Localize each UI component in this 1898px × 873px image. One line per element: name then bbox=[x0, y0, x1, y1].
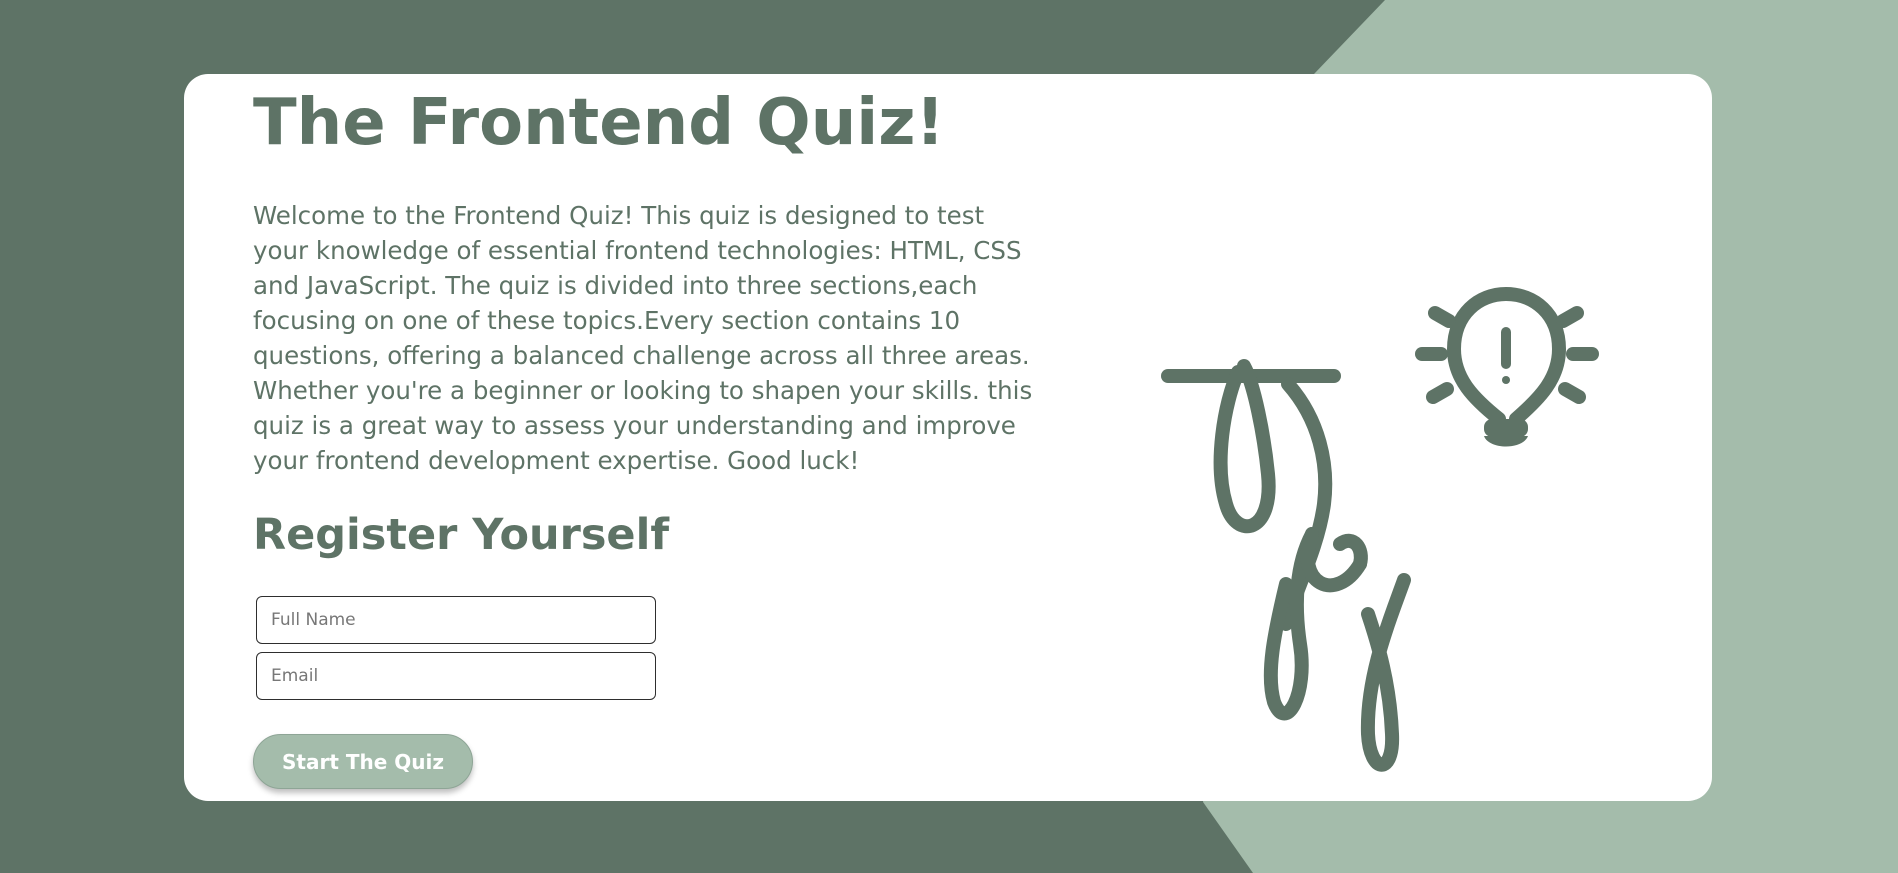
quiz-illustration bbox=[1161, 286, 1599, 772]
lightbulb-icon bbox=[1415, 286, 1599, 447]
full-name-input[interactable] bbox=[256, 596, 656, 644]
quiz-card: The Frontend Quiz! Welcome to the Fronte… bbox=[184, 74, 1712, 801]
register-form bbox=[256, 596, 1043, 700]
page-title: The Frontend Quiz! bbox=[253, 86, 945, 160]
intro-text: Welcome to the Frontend Quiz! This quiz … bbox=[253, 201, 1033, 475]
tfq-logo-icon bbox=[1161, 359, 1411, 772]
register-heading: Register Yourself bbox=[253, 510, 670, 560]
start-quiz-button[interactable]: Start The Quiz bbox=[253, 734, 473, 789]
email-input[interactable] bbox=[256, 652, 656, 700]
card-content: The Frontend Quiz! Welcome to the Fronte… bbox=[253, 74, 1043, 789]
